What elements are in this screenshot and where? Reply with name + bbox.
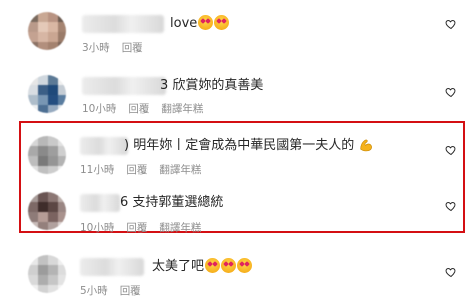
comment-text: ) 明年妳丨定會成為中華民國第一夫人的: [124, 137, 374, 155]
comment-time: 11小時: [80, 164, 115, 176]
heart-eyes-emoji: [214, 15, 230, 30]
comment-text: 3 欣賞妳的真善美: [160, 78, 264, 93]
translate-button[interactable]: 翻譯年糕: [159, 222, 201, 234]
avatar[interactable]: [28, 136, 66, 174]
avatar[interactable]: [28, 255, 66, 293]
comment-time: 3小時: [82, 42, 110, 54]
comment-time: 10小時: [82, 103, 117, 115]
comment-item: love 3小時 回覆: [0, 4, 467, 60]
heart-eyes-emoji: [205, 258, 221, 273]
username-redacted[interactable]: [80, 258, 144, 276]
translate-button[interactable]: 翻譯年糕: [159, 164, 201, 176]
comment-meta: 5小時 回覆: [80, 283, 153, 298]
avatar[interactable]: [28, 12, 66, 50]
comment-time: 5小時: [80, 285, 108, 297]
reply-button[interactable]: 回覆: [126, 222, 147, 234]
flexed-biceps-emoji: [360, 139, 373, 152]
reply-button[interactable]: 回覆: [128, 103, 149, 115]
translate-button[interactable]: 翻譯年糕: [161, 103, 203, 115]
username-redacted[interactable]: [82, 77, 166, 95]
comment-time: 10小時: [80, 222, 115, 234]
reply-button[interactable]: 回覆: [120, 285, 141, 297]
comment-item: 6 支持郭董選總統 10小時 回覆 翻譯年糕: [0, 183, 467, 239]
comment-text: 太美了吧: [152, 258, 253, 276]
comment-item: ) 明年妳丨定會成為中華民國第一夫人的 11小時 回覆 翻譯年糕: [0, 125, 467, 181]
heart-eyes-emoji: [198, 15, 214, 30]
comment-meta: 10小時 回覆 翻譯年糕: [82, 101, 215, 116]
comment-meta: 10小時 回覆 翻譯年糕: [80, 220, 213, 235]
username-redacted[interactable]: [80, 194, 120, 212]
avatar[interactable]: [28, 75, 66, 113]
like-heart-icon[interactable]: [445, 18, 457, 30]
like-heart-icon[interactable]: [445, 200, 457, 212]
like-heart-icon[interactable]: [445, 86, 457, 98]
comment-list: love 3小時 回覆 3 欣賞妳的真善美 10小時 回覆 翻譯年糕) 明年妳…: [0, 0, 467, 302]
comment-meta: 11小時 回覆 翻譯年糕: [80, 162, 213, 177]
comment-text: 6 支持郭董選總統: [120, 195, 224, 210]
reply-button[interactable]: 回覆: [122, 42, 143, 54]
username-redacted[interactable]: [82, 15, 164, 33]
like-heart-icon[interactable]: [445, 144, 457, 156]
comment-meta: 3小時 回覆: [82, 40, 155, 55]
avatar[interactable]: [28, 192, 66, 230]
heart-eyes-emoji: [221, 258, 237, 273]
like-heart-icon[interactable]: [445, 266, 457, 278]
reply-button[interactable]: 回覆: [126, 164, 147, 176]
heart-eyes-emoji: [237, 258, 253, 273]
comment-item: 太美了吧 5小時 回覆: [0, 246, 467, 302]
comment-item: 3 欣賞妳的真善美 10小時 回覆 翻譯年糕: [0, 67, 467, 123]
username-redacted[interactable]: [80, 137, 128, 155]
comment-text: love: [170, 15, 230, 33]
